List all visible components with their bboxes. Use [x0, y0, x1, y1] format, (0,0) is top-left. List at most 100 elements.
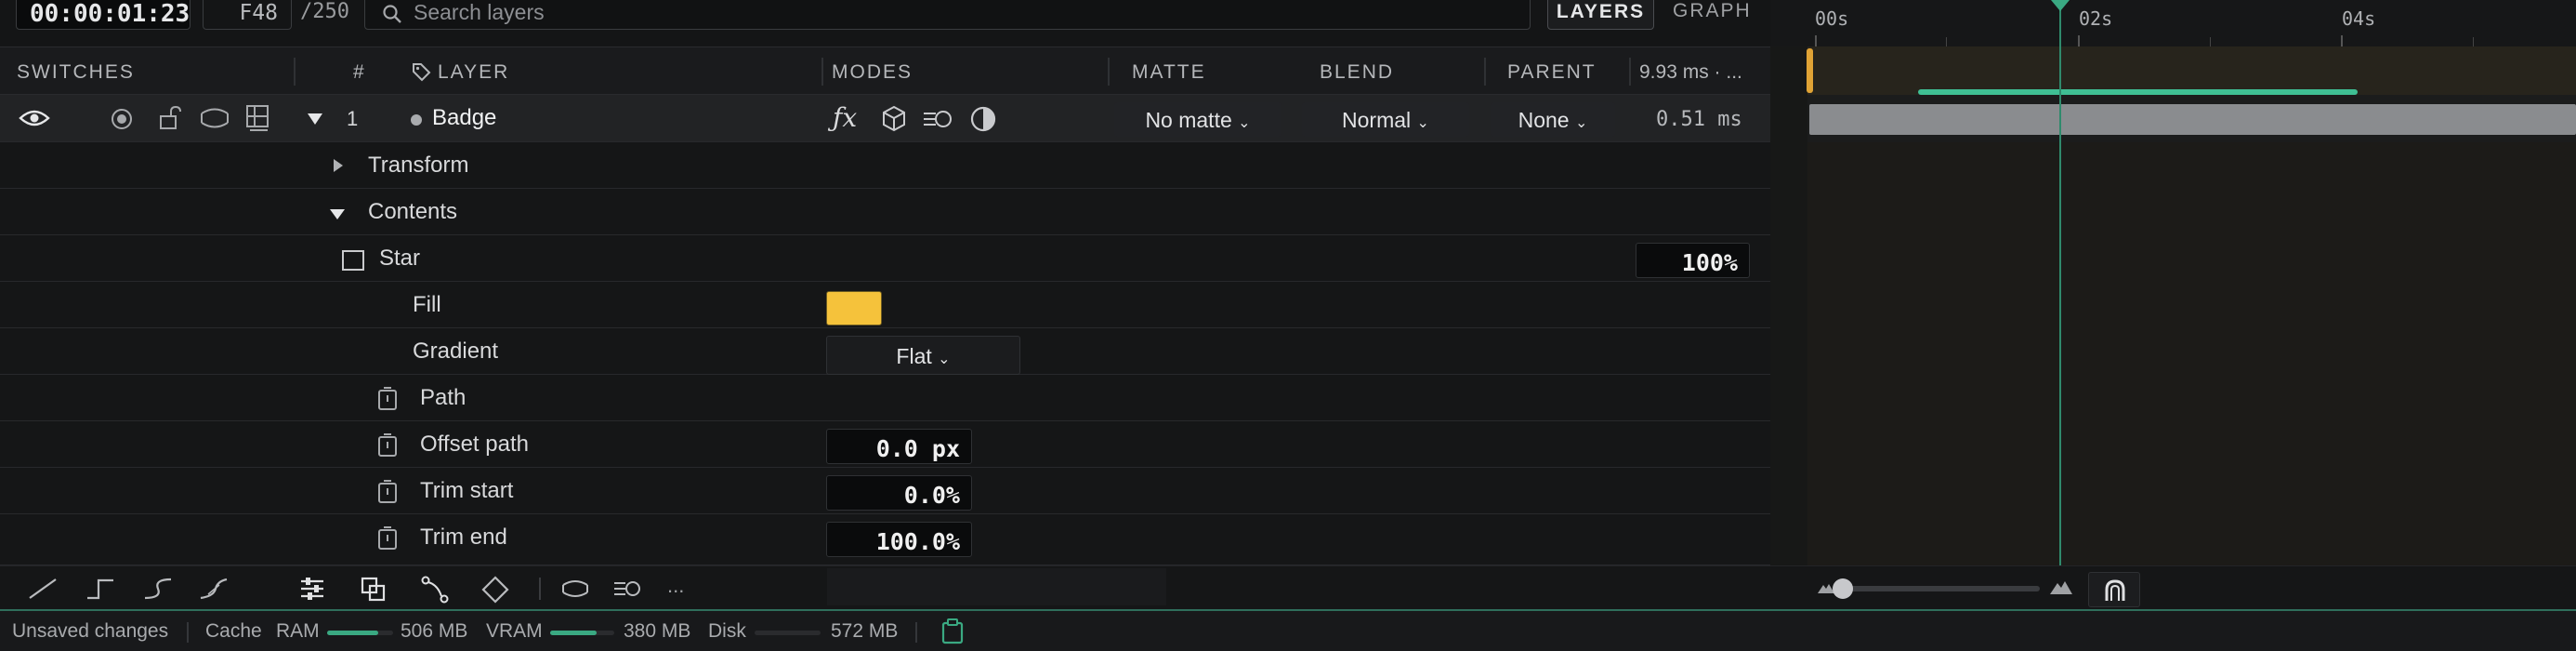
work-area-start-handle[interactable]	[1807, 48, 1813, 93]
star-opacity-field[interactable]: 100%	[1636, 243, 1750, 278]
tab-layers[interactable]: LAYERS	[1547, 0, 1654, 30]
keyframe-diamond-icon[interactable]	[481, 576, 509, 604]
stopwatch-icon[interactable]	[376, 478, 399, 504]
ease-curve-icon[interactable]	[143, 578, 173, 600]
contents-label: Contents	[368, 199, 458, 224]
unsaved-changes-label[interactable]: Unsaved changes	[12, 620, 168, 643]
motion-blur-icon[interactable]	[923, 109, 953, 129]
chevron-down-icon: ⌄	[1416, 115, 1429, 131]
property-row-gradient[interactable]: Gradient Flat ⌄	[0, 328, 1770, 375]
col-divider[interactable]	[294, 58, 296, 86]
layer-row[interactable]: 1 Badge ƒx No matte ⌄ Normal ⌄ None ⌄ 0.…	[0, 95, 1770, 142]
property-row-transform[interactable]: Transform	[0, 142, 1770, 189]
stopwatch-icon[interactable]	[376, 432, 399, 458]
snap-button[interactable]	[2088, 572, 2140, 607]
property-row-trim-end[interactable]: Trim end 100.0%	[0, 514, 1770, 565]
ram-label: RAM	[276, 620, 320, 642]
col-divider[interactable]	[1108, 58, 1110, 86]
status-bar: Unsaved changes Cache RAM 506 MB VRAM 38…	[0, 609, 2576, 651]
linear-ease-icon[interactable]	[28, 578, 58, 600]
search-input[interactable]: Search layers	[364, 0, 1531, 30]
tick-mark	[2473, 37, 2474, 46]
property-row-star[interactable]: Star 100%	[0, 235, 1770, 282]
layer-duration-bar[interactable]	[1809, 104, 2576, 135]
trim-start-field[interactable]: 0.0%	[826, 475, 972, 511]
property-row-offset-path[interactable]: Offset path 0.0 px	[0, 421, 1770, 468]
fill-label: Fill	[413, 292, 441, 317]
bottom-toolbar: ...	[0, 565, 2576, 609]
motion-blur-toggle-icon[interactable]	[613, 579, 641, 598]
property-row-path[interactable]: Path	[0, 375, 1770, 421]
layer-color-dot[interactable]	[411, 114, 422, 126]
caret-down-icon[interactable]	[329, 208, 346, 220]
col-layer: LAYER	[438, 61, 510, 83]
lock-icon[interactable]	[158, 105, 182, 131]
zoom-slider-thumb[interactable]	[1833, 578, 1853, 599]
matte-dropdown[interactable]: No matte ⌄	[1114, 102, 1281, 137]
layer-name[interactable]: Badge	[432, 105, 496, 131]
col-divider[interactable]	[821, 58, 823, 86]
zoom-slider-track[interactable]	[1845, 586, 2040, 591]
tick-label: 02s	[2079, 7, 2113, 30]
bezier-path-icon[interactable]	[421, 576, 449, 604]
property-row-fill[interactable]: Fill	[0, 282, 1770, 328]
tab-graph[interactable]: GRAPH	[1673, 0, 1752, 22]
toolbar-divider	[539, 578, 541, 600]
time-ruler[interactable]: 00s 02s 04s	[1770, 0, 2576, 46]
hold-ease-icon[interactable]	[85, 578, 115, 600]
tick-label: 00s	[1815, 7, 1849, 30]
ram-value: 506 MB	[401, 620, 468, 642]
tick-mark	[2341, 35, 2343, 46]
property-row-contents[interactable]: Contents	[0, 189, 1770, 235]
col-matte: MATTE	[1132, 61, 1206, 83]
work-area-band[interactable]	[1807, 46, 2576, 95]
clipboard-icon[interactable]	[941, 618, 964, 644]
shy-icon[interactable]	[199, 107, 230, 129]
gradient-label: Gradient	[413, 339, 499, 364]
col-modes: MODES	[832, 61, 913, 83]
fx-icon[interactable]: ƒx	[833, 102, 857, 133]
frame-field[interactable]: F48	[203, 0, 292, 30]
cube-icon[interactable]	[881, 105, 907, 133]
fill-color-swatch[interactable]	[826, 291, 882, 326]
shape-square-icon	[342, 250, 364, 271]
search-placeholder: Search layers	[414, 0, 545, 24]
expand-toggle-icon[interactable]	[307, 113, 323, 126]
loop-icon[interactable]	[560, 578, 590, 599]
custom-ease-icon[interactable]	[199, 578, 229, 600]
zoom-in-mountain-icon[interactable]	[2049, 577, 2073, 595]
parent-dropdown[interactable]: None ⌄	[1491, 102, 1615, 137]
gradient-dropdown[interactable]: Flat ⌄	[826, 336, 1020, 375]
playhead-handle-icon[interactable]	[2051, 0, 2070, 11]
offset-path-field[interactable]: 0.0 px	[826, 429, 972, 464]
vram-label: VRAM	[486, 620, 543, 642]
trim-end-field[interactable]: 100.0%	[826, 522, 972, 557]
col-divider[interactable]	[1629, 58, 1631, 86]
blend-dropdown[interactable]: Normal ⌄	[1302, 102, 1469, 137]
ram-meter-fill	[327, 631, 379, 635]
disk-value: 572 MB	[831, 620, 899, 642]
collapse-icon[interactable]	[245, 104, 271, 132]
sliders-icon[interactable]	[299, 577, 325, 601]
col-divider[interactable]	[1484, 58, 1486, 86]
adjustment-icon[interactable]	[970, 106, 996, 132]
blend-value: Normal	[1342, 108, 1412, 132]
magnet-icon	[2105, 579, 2125, 601]
vram-value: 380 MB	[624, 620, 691, 642]
caret-right-icon[interactable]	[333, 158, 344, 173]
disk-meter	[755, 631, 821, 635]
stopwatch-icon[interactable]	[376, 385, 399, 411]
stopwatch-icon[interactable]	[376, 525, 399, 551]
playhead-line[interactable]	[2059, 0, 2061, 565]
transform-boxes-icon[interactable]	[361, 577, 387, 603]
timeline-panel[interactable]: 00s 02s 04s	[1770, 0, 2576, 609]
more-options-icon[interactable]: ...	[667, 574, 684, 598]
solo-icon[interactable]	[111, 108, 133, 130]
timecode-field[interactable]: 00:00:01:23	[16, 0, 191, 30]
chevron-down-icon: ⌄	[938, 352, 951, 367]
status-divider	[915, 622, 917, 643]
star-label: Star	[379, 246, 421, 271]
tag-icon	[413, 63, 431, 82]
eye-icon[interactable]	[19, 108, 50, 128]
property-row-trim-start[interactable]: Trim start 0.0%	[0, 468, 1770, 514]
